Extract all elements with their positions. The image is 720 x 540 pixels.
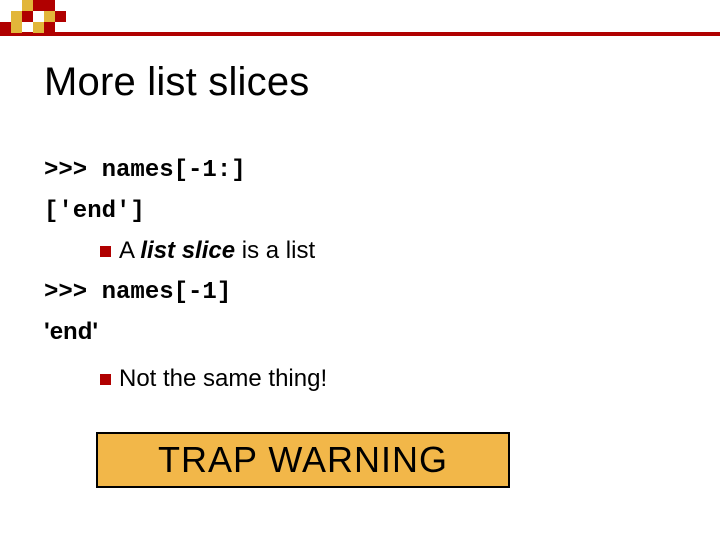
deco-square-icon: [0, 22, 11, 33]
bullet-2: Not the same thing!: [44, 360, 664, 397]
slide-body: >>> names[-1:] ['end'] A list slice is a…: [44, 150, 664, 399]
slide-title: More list slices: [44, 60, 309, 105]
bullet-1: A list slice is a list: [44, 232, 664, 269]
square-bullet-icon: [100, 374, 111, 385]
deco-square-icon: [44, 0, 55, 11]
bullet-2-text: Not the same thing!: [119, 365, 327, 392]
deco-square-icon: [33, 0, 44, 11]
slide: More list slices >>> names[-1:] ['end'] …: [0, 0, 720, 540]
deco-square-icon: [44, 11, 55, 22]
deco-square-icon: [22, 11, 33, 22]
code-output-1: ['end']: [44, 198, 145, 225]
header-decoration: [0, 0, 720, 40]
trap-warning-banner: TRAP WARNING: [96, 432, 510, 488]
bullet-1-text-pre: A: [119, 237, 140, 264]
deco-square-icon: [22, 0, 33, 11]
code-line-1: >>> names[-1:]: [44, 157, 246, 184]
bullet-1-text-emph: list slice: [140, 237, 235, 264]
code-output-2: 'end': [44, 318, 98, 345]
deco-square-icon: [33, 22, 44, 33]
square-bullet-icon: [100, 246, 111, 257]
bullet-1-text-post: is a list: [235, 237, 315, 264]
deco-square-icon: [55, 11, 66, 22]
header-bar: [0, 32, 720, 36]
deco-square-icon: [44, 22, 55, 33]
deco-square-icon: [11, 11, 22, 22]
code-line-2: >>> names[-1]: [44, 279, 231, 306]
deco-square-icon: [11, 22, 22, 33]
